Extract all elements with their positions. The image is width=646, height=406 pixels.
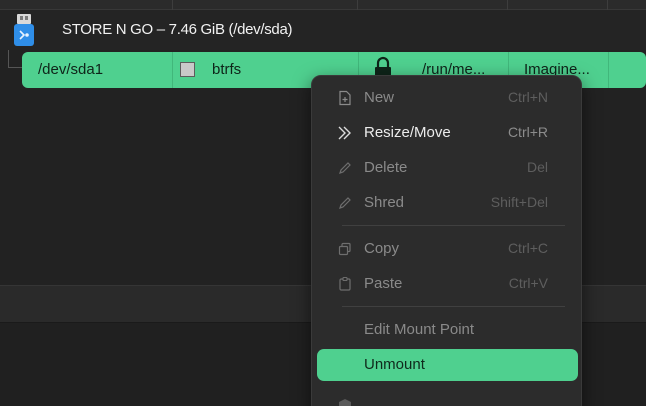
resize-icon bbox=[338, 126, 351, 140]
column-header-strip bbox=[0, 0, 646, 10]
filesystem-color-swatch bbox=[180, 62, 195, 77]
tree-connector bbox=[8, 50, 22, 68]
menu-item-delete[interactable]: Delete Del bbox=[317, 152, 578, 184]
menu-item-label: Copy bbox=[364, 240, 400, 257]
menu-item-label: Shred bbox=[364, 194, 405, 211]
device-label: STORE N GO – 7.46 GiB (/dev/sda) bbox=[62, 21, 293, 38]
menu-item-copy[interactable]: Copy Ctrl+C bbox=[317, 233, 578, 265]
delete-icon bbox=[339, 162, 351, 174]
column-divider bbox=[507, 0, 508, 10]
partition-path: /dev/sda1 bbox=[38, 61, 104, 78]
menu-item-next-partial[interactable] bbox=[317, 388, 578, 406]
menu-item-edit-mount-point[interactable]: Edit Mount Point bbox=[317, 314, 578, 346]
partition-context-menu: New Ctrl+N Resize/Move Ctrl+R Delete Del… bbox=[311, 75, 582, 406]
check-icon bbox=[339, 399, 351, 406]
column-divider bbox=[172, 52, 173, 88]
menu-item-shortcut: Ctrl+N bbox=[507, 89, 548, 105]
usb-drive-icon bbox=[14, 14, 34, 46]
partition-filesystem: btrfs bbox=[212, 61, 242, 78]
menu-item-label: New bbox=[364, 89, 395, 106]
shred-icon bbox=[339, 197, 351, 209]
menu-item-paste[interactable]: Paste Ctrl+V bbox=[317, 268, 578, 300]
device-row[interactable]: STORE N GO – 7.46 GiB (/dev/sda) bbox=[0, 10, 646, 50]
menu-item-label: Resize/Move bbox=[364, 124, 451, 141]
menu-separator bbox=[342, 306, 565, 307]
menu-item-shortcut: Ctrl+C bbox=[507, 240, 548, 256]
menu-item-resize-move[interactable]: Resize/Move Ctrl+R bbox=[317, 117, 578, 149]
menu-item-shortcut: Del bbox=[526, 159, 548, 175]
menu-item-label: Unmount bbox=[364, 356, 425, 373]
menu-item-label: Paste bbox=[364, 275, 403, 292]
menu-item-shortcut: Ctrl+V bbox=[508, 275, 548, 291]
menu-item-new[interactable]: New Ctrl+N bbox=[317, 82, 578, 114]
menu-item-shred[interactable]: Shred Shift+Del bbox=[317, 187, 578, 219]
menu-item-unmount[interactable]: Unmount bbox=[317, 349, 578, 381]
menu-item-label: Edit Mount Point bbox=[364, 321, 475, 338]
menu-separator bbox=[342, 225, 565, 226]
menu-item-shortcut: Ctrl+R bbox=[507, 124, 548, 140]
column-divider bbox=[357, 0, 358, 10]
column-divider bbox=[608, 52, 609, 88]
copy-icon bbox=[338, 242, 351, 256]
paste-icon bbox=[339, 276, 351, 291]
column-divider bbox=[607, 0, 608, 10]
column-divider bbox=[172, 0, 173, 10]
menu-item-shortcut: Shift+Del bbox=[490, 194, 548, 210]
menu-item-label: Delete bbox=[364, 159, 408, 176]
new-icon bbox=[339, 90, 351, 106]
